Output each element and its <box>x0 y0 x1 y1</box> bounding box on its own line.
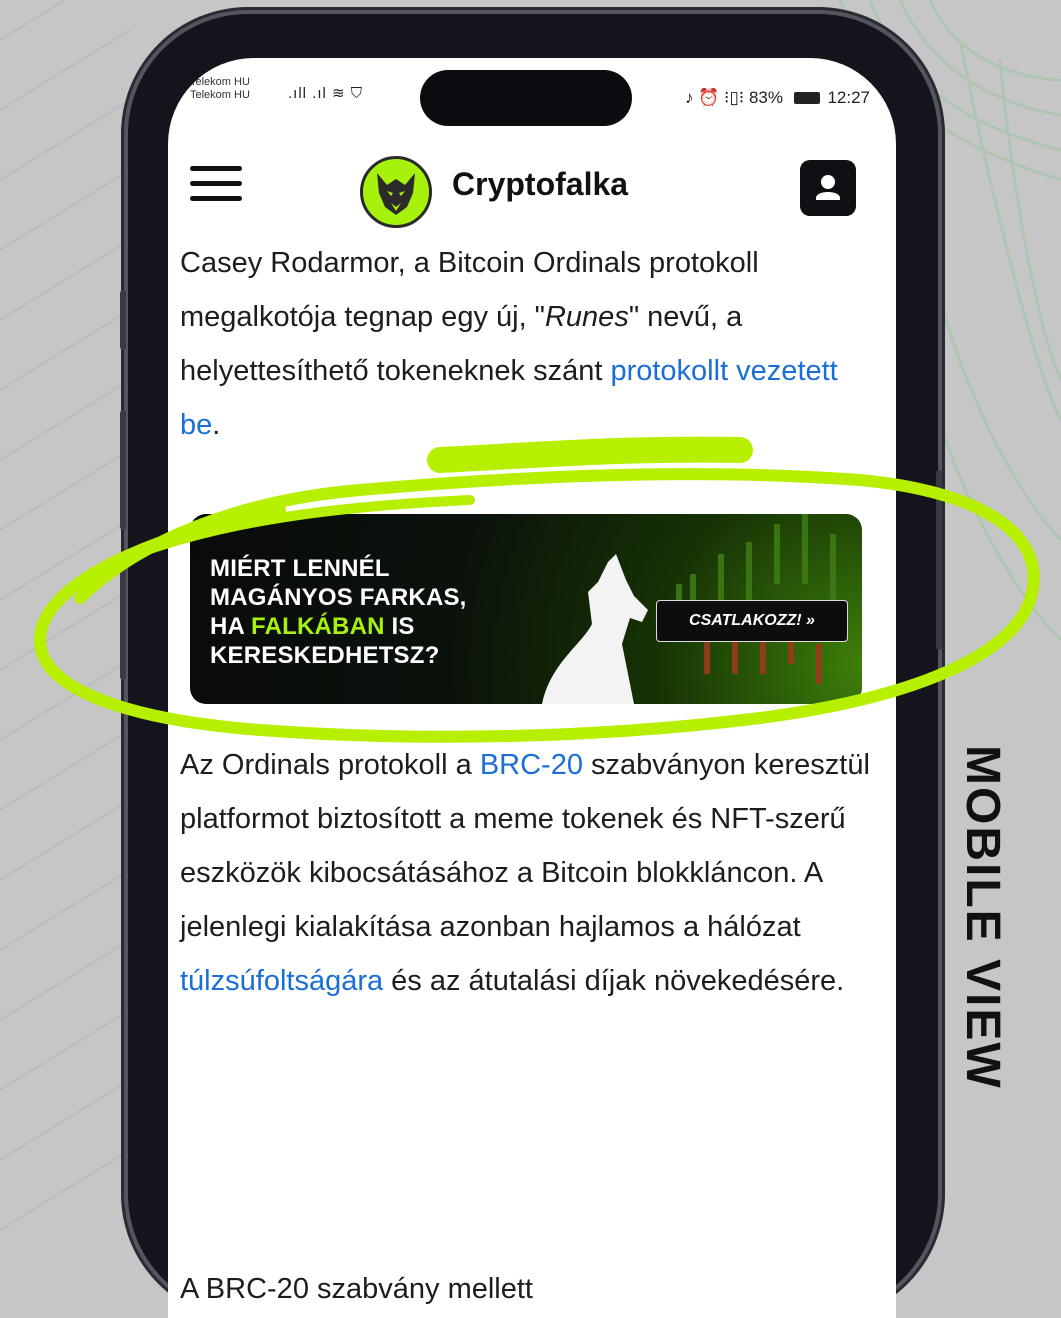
banner-line-1: MIÉRT LENNÉL <box>210 555 390 582</box>
phone-side-button <box>120 290 126 350</box>
banner-line-3: HA FALKÁBAN IS <box>210 612 467 641</box>
wolf-logo-icon[interactable] <box>360 156 432 228</box>
article-paragraph-2: Az Ordinals protokoll a BRC-20 szabványo… <box>180 738 880 1008</box>
carrier-1: Telekom HU <box>190 76 250 88</box>
banner-headline: MIÉRT LENNÉL MAGÁNYOS FARKAS, HA FALKÁBA… <box>210 554 467 670</box>
hamburger-icon[interactable] <box>190 162 242 206</box>
banner-line-3-b: IS <box>384 613 415 640</box>
promo-banner[interactable]: MIÉRT LENNÉL MAGÁNYOS FARKAS, HA FALKÁBA… <box>190 514 862 704</box>
signal-wifi-icons: .ıll .ıl ≋ ⛉ <box>288 85 363 102</box>
user-icon[interactable] <box>800 160 856 216</box>
site-header: Cryptofalka <box>168 138 896 234</box>
clock: 12:27 <box>827 88 870 107</box>
carrier-labels: Telekom HU Telekom HU <box>190 76 250 102</box>
banner-line-3-a: HA <box>210 613 252 640</box>
carrier-2: Telekom HU <box>190 89 250 101</box>
phone-volume-down-button <box>120 560 126 680</box>
status-bar: Telekom HU Telekom HU .ıll .ıl ≋ ⛉ ♪ ⏰ ⁝… <box>168 58 896 138</box>
para2-text-c: és az átutalási díjak növekedésére. <box>383 965 845 997</box>
status-right: ♪ ⏰ ⁝▯⁝ 83% 12:27 <box>600 88 870 108</box>
para1-end: . <box>212 409 221 441</box>
banner-line-2: MAGÁNYOS FARKAS, <box>210 584 467 611</box>
article-paragraph-3: A BRC-20 szabvány mellett <box>180 1273 533 1305</box>
phone-power-button <box>936 470 942 650</box>
join-button[interactable]: CSATLAKOZZ! » <box>656 600 848 642</box>
battery-icon <box>793 92 820 104</box>
para1-emphasis: Runes <box>544 301 629 333</box>
para2-text-a: Az Ordinals protokoll a <box>180 749 480 781</box>
phone-screen: Telekom HU Telekom HU .ıll .ıl ≋ ⛉ ♪ ⏰ ⁝… <box>168 58 896 1318</box>
battery-percent: 83% <box>748 88 783 107</box>
article-paragraph-1: Casey Rodarmor, a Bitcoin Ordinals proto… <box>180 236 880 452</box>
phone-volume-up-button <box>120 410 126 530</box>
site-brand[interactable]: Cryptofalka <box>452 166 628 203</box>
side-label: MOBILE VIEW <box>956 745 1009 1090</box>
banner-line-4: KERESKEDHETSZ? <box>210 642 440 669</box>
congestion-link[interactable]: túlzsúfoltságára <box>180 965 383 997</box>
banner-line-3-highlight: FALKÁBAN <box>251 613 385 640</box>
status-icons: ♪ ⏰ ⁝▯⁝ <box>684 88 745 107</box>
brc20-link[interactable]: BRC-20 <box>480 749 583 781</box>
